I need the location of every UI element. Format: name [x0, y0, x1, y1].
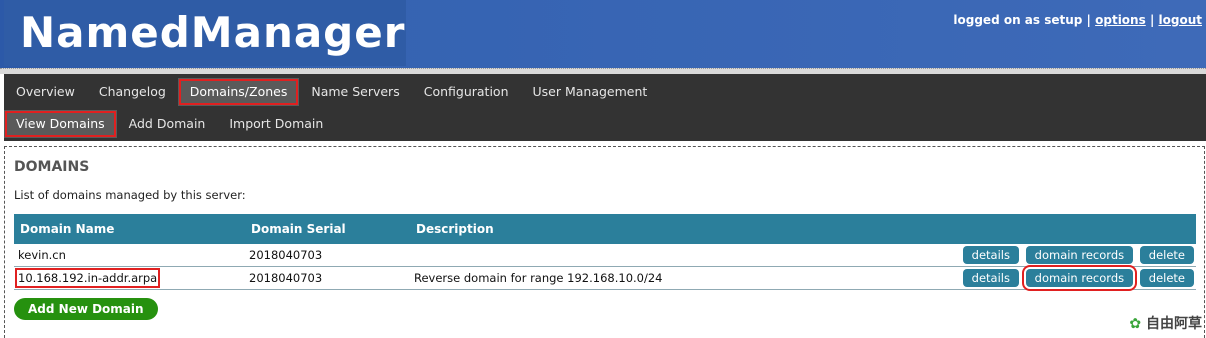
nav-domains-zones[interactable]: Domains/Zones [177, 78, 300, 106]
details-button[interactable]: details [962, 269, 1019, 287]
nav-overview[interactable]: Overview [4, 78, 87, 106]
col-actions [815, 214, 1196, 244]
col-domain-serial: Domain Serial [245, 214, 410, 244]
nav-changelog[interactable]: Changelog [87, 78, 178, 106]
subnav-add-domain[interactable]: Add Domain [117, 110, 218, 138]
domain-records-button[interactable]: domain records [1025, 246, 1134, 264]
row-actions: details domain records delete [815, 265, 1196, 291]
domain-name-cell: kevin.cn [14, 244, 245, 267]
domain-description-cell [410, 244, 816, 267]
nav-configuration[interactable]: Configuration [412, 78, 521, 106]
domain-description-cell: Reverse domain for range 192.168.10.0/24 [410, 266, 816, 290]
domain-serial-cell: 2018040703 [245, 244, 410, 267]
sub-menu: View Domains Add Domain Import Domain [4, 109, 335, 139]
app-logo: NamedManager [20, 8, 406, 57]
details-button[interactable]: details [962, 246, 1019, 264]
table-row: kevin.cn 2018040703 details domain recor… [14, 244, 1196, 267]
subnav-import-domain[interactable]: Import Domain [217, 110, 335, 138]
table-row: 10.168.192.in-addr.arpa 2018040703 Rever… [14, 265, 1196, 291]
header: NamedManager logged on as setup | option… [0, 0, 1206, 69]
options-link[interactable]: options [1095, 13, 1146, 27]
userbar-separator: | [1149, 13, 1155, 27]
delete-button[interactable]: delete [1139, 269, 1194, 287]
domain-name-link[interactable]: 10.168.192.in-addr.arpa [14, 268, 161, 288]
main-menu: Overview Changelog Domains/Zones Name Se… [4, 77, 659, 107]
page-subtitle: List of domains managed by this server: [14, 188, 246, 202]
table-header-row: Domain Name Domain Serial Description [14, 214, 1196, 244]
domain-name-cell[interactable]: 10.168.192.in-addr.arpa [14, 266, 245, 290]
main-nav: Overview Changelog Domains/Zones Name Se… [4, 74, 1206, 141]
user-bar: logged on as setup | options | logout [953, 13, 1202, 27]
domain-records-button[interactable]: domain records [1021, 265, 1138, 291]
nav-user-management[interactable]: User Management [521, 78, 660, 106]
watermark-text: 自由阿草 [1146, 316, 1202, 332]
subnav-view-domains[interactable]: View Domains [4, 110, 117, 138]
domains-table: Domain Name Domain Serial Description ke… [14, 214, 1196, 291]
add-new-domain-button[interactable]: Add New Domain [14, 298, 158, 320]
nav-name-servers[interactable]: Name Servers [299, 78, 411, 106]
logged-on-text: logged on as setup | [953, 13, 1091, 27]
content-panel: DOMAINS List of domains managed by this … [4, 146, 1205, 338]
domain-serial-cell: 2018040703 [245, 266, 410, 290]
page-title: DOMAINS [14, 159, 90, 175]
logo-box: NamedManager [4, 0, 406, 66]
leaf-icon: ✿ [1129, 316, 1142, 332]
delete-button[interactable]: delete [1139, 246, 1194, 264]
row-actions: details domain records delete [815, 244, 1196, 267]
col-description: Description [410, 214, 816, 244]
logout-link[interactable]: logout [1159, 13, 1202, 27]
watermark: ✿ 自由阿草 [1129, 313, 1202, 333]
col-domain-name: Domain Name [14, 214, 245, 244]
